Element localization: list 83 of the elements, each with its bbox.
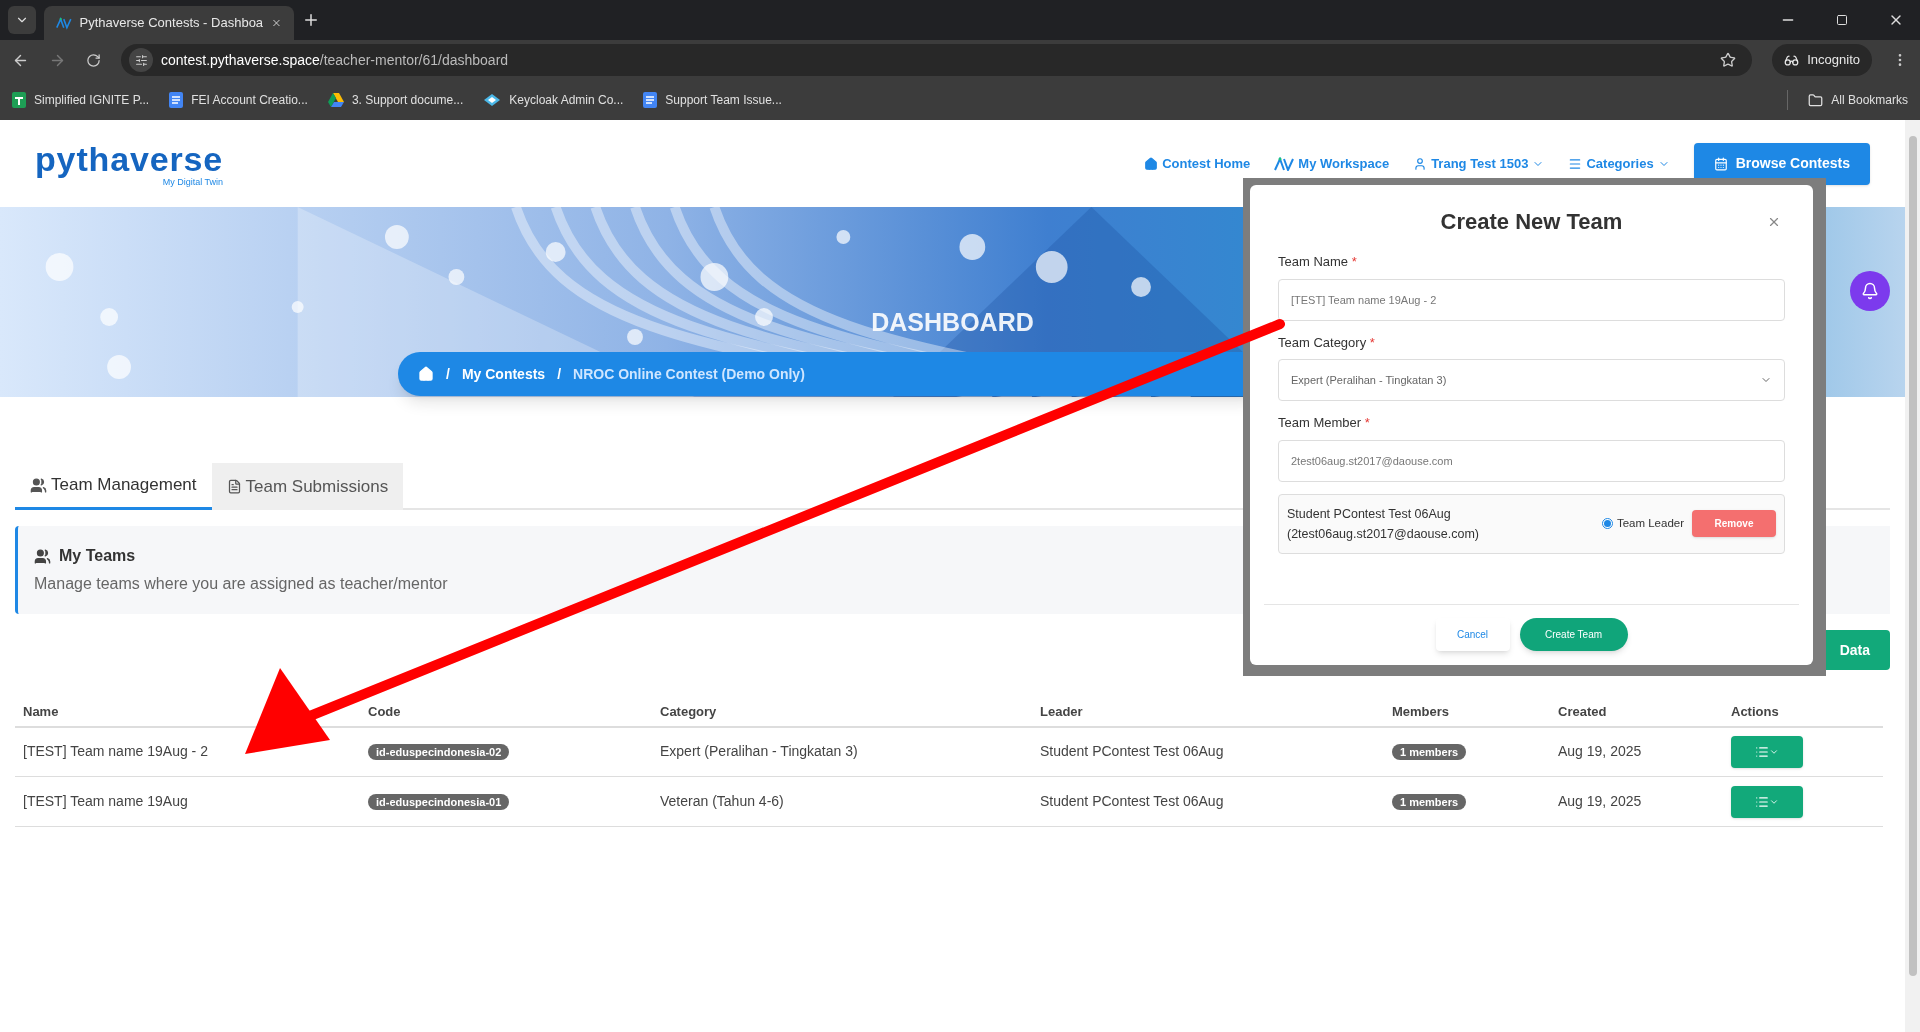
logo[interactable]: pythaverse <box>35 140 224 177</box>
logo-icon <box>1274 156 1295 171</box>
home-icon <box>1144 156 1159 171</box>
input-field[interactable]: [TEST] Team name 19Aug - 2 <box>1278 278 1785 321</box>
field-label: Team Member * <box>1278 414 1371 432</box>
dialog-title: Create New Team <box>1440 208 1623 236</box>
reload-icon[interactable] <box>86 52 101 68</box>
table-cell: Student PContest Test 06Aug <box>1032 726 1384 777</box>
restore-icon[interactable] <box>1836 14 1848 26</box>
member-name: Student PContest Test 06Aug <box>1287 505 1452 523</box>
table-cell: [TEST] Team name 19Aug <box>15 776 360 827</box>
column-header: Code <box>360 698 652 727</box>
table-cell: Aug 19, 2025 <box>1550 726 1723 777</box>
cancel-button[interactable]: Cancel <box>1435 618 1510 651</box>
column-header: Name <box>15 698 360 727</box>
home-icon[interactable] <box>418 366 434 382</box>
category-select[interactable]: Expert (Peralihan - Tingkatan 3) <box>1278 359 1785 401</box>
bookmark-item[interactable]: FEI Account Creatio... <box>169 91 308 109</box>
card-title: My Teams <box>34 544 1874 568</box>
breadcrumb-link[interactable]: NROC Online Contest (Demo Only) <box>573 363 805 385</box>
field-label: Team Category * <box>1278 333 1376 352</box>
nav-link[interactable]: Contest Home <box>1144 153 1251 174</box>
members-badge: 1 members <box>1392 794 1467 810</box>
column-header: Leader <box>1032 698 1384 727</box>
address-bar[interactable]: contest.pythaverse.space/teacher-mentor/61/dashboard <box>121 44 1753 76</box>
logo-icon <box>56 16 72 30</box>
triangle-icon <box>327 93 344 107</box>
bookmark-item[interactable]: Simplified IGNITE P... <box>12 91 150 109</box>
close-icon[interactable] <box>1767 215 1781 229</box>
input-field[interactable]: 2test06aug.st2017@daouse.com <box>1278 439 1785 482</box>
field-label: Team Name * <box>1278 253 1358 271</box>
nav-link[interactable]: My Workspace <box>1274 153 1390 174</box>
tab-list-button[interactable] <box>8 6 36 34</box>
actions-button[interactable] <box>1731 735 1803 768</box>
card-subtitle: Manage teams where you are assigned as teacher/mentor <box>34 574 449 594</box>
nav-link[interactable]: Trang Test 1503 <box>1413 153 1545 174</box>
code-badge: id-eduspecindonesia-01 <box>368 794 510 810</box>
list-icon <box>1755 744 1769 759</box>
logo-tagline: My Digital Twin <box>162 177 224 187</box>
all-bookmarks-item[interactable]: All Bookmarks <box>1808 91 1908 109</box>
calendar-icon <box>1713 156 1728 171</box>
create-team-button[interactable]: Create Team <box>1519 618 1628 651</box>
code-badge: id-eduspecindonesia-02 <box>368 744 510 761</box>
bookmark-item[interactable]: Keycloak Admin Co... <box>483 91 624 109</box>
actions-button[interactable] <box>1731 785 1803 818</box>
breadcrumb-separator: / <box>446 364 450 384</box>
users-icon <box>30 476 47 494</box>
new-tab-icon[interactable] <box>302 11 320 29</box>
column-header: Actions <box>1723 698 1883 727</box>
table-cell: [TEST] Team name 19Aug - 2 <box>15 726 360 777</box>
members-badge: 1 members <box>1392 744 1467 761</box>
file-icon <box>226 479 242 494</box>
bookmark-item[interactable]: Support Team Issue... <box>643 91 782 109</box>
team-leader-radio[interactable]: Team Leader <box>1601 514 1684 533</box>
folder-icon <box>1808 92 1824 108</box>
member-email: (2test06aug.st2017@daouse.com) <box>1287 525 1480 543</box>
scrollbar[interactable] <box>1905 120 1920 1032</box>
table-cell: Student PContest Test 06Aug <box>1032 776 1384 827</box>
bookmark-star-icon[interactable] <box>1720 52 1737 68</box>
user-icon <box>1413 156 1428 171</box>
table-cell: Expert (Peralihan - Tingkatan 3) <box>652 726 1032 777</box>
breadcrumb-separator: / <box>557 364 561 384</box>
list-icon <box>1755 794 1769 809</box>
document-icon <box>169 92 184 108</box>
tab[interactable]: Team Submissions <box>211 463 404 510</box>
bookmark-item[interactable]: 3. Support docume... <box>327 91 464 109</box>
breadcrumb-link[interactable]: My Contests <box>461 363 546 385</box>
banner-title: DASHBOARD <box>871 307 1034 338</box>
incognito-badge[interactable]: Incognito <box>1772 44 1872 76</box>
document-icon <box>643 92 658 108</box>
users-icon <box>34 547 51 565</box>
nav-link[interactable]: Categories <box>1568 153 1670 174</box>
diamond-icon <box>483 93 502 107</box>
bell-icon <box>1861 282 1879 300</box>
site-settings-icon[interactable] <box>134 53 148 67</box>
column-header: Members <box>1384 698 1550 727</box>
browser-tab[interactable]: Pythaverse Contests - Dashboa <box>44 6 294 40</box>
menu-icon <box>1568 156 1583 171</box>
column-header: Created <box>1550 698 1723 727</box>
table-cell: Veteran (Tahun 4-6) <box>652 776 1032 827</box>
table-cell: Aug 19, 2025 <box>1550 776 1723 827</box>
sheet-icon <box>12 92 26 108</box>
column-header: Category <box>652 698 1032 727</box>
